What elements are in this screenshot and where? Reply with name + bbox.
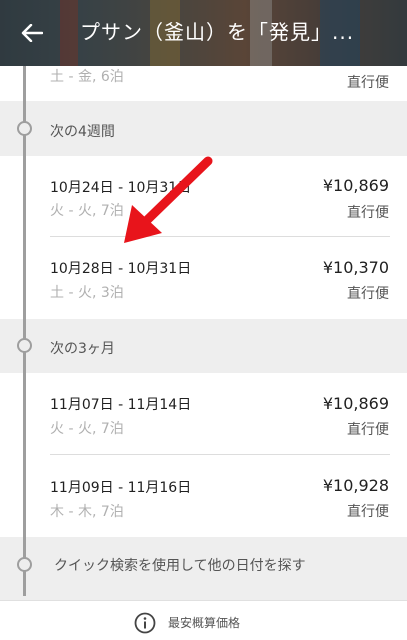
result-row[interactable]: 11月09日 - 11月16日 木 - 木, 7泊 ¥10,928 直行便	[0, 455, 407, 537]
result-flight-type: 直行便	[347, 422, 389, 438]
result-price: ¥10,370	[322, 258, 389, 277]
timeline-dot	[17, 338, 32, 353]
result-nights: 木 - 木, 7泊	[50, 504, 124, 520]
result-dates: 11月07日 - 11月14日	[50, 397, 192, 413]
footer-label: 最安概算価格	[168, 616, 241, 630]
result-price: ¥10,869	[322, 176, 389, 195]
page-title: プサン（釜山）を「発見」...	[80, 20, 355, 44]
section-label-3months: 次の3ヶ月	[50, 341, 115, 357]
result-dates: 11月09日 - 11月16日	[50, 480, 192, 496]
results-card-3months: 11月07日 - 11月14日 火 - 火, 7泊 ¥10,869 直行便 11…	[0, 373, 407, 537]
quick-search-label: クイック検索を使用して他の日付を探す	[54, 558, 306, 574]
timeline-dot	[17, 121, 32, 136]
result-flight-type: 直行便	[347, 504, 389, 520]
arrow-left-icon	[21, 24, 43, 42]
result-row[interactable]: 11月07日 - 11月14日 火 - 火, 7泊 ¥10,869 直行便	[0, 373, 407, 454]
result-price: ¥10,869	[322, 394, 389, 413]
back-button[interactable]	[14, 16, 50, 50]
result-price: ¥10,928	[322, 476, 389, 495]
partial-nights: 土 - 金, 6泊	[50, 69, 124, 85]
info-icon[interactable]	[134, 612, 156, 634]
result-flight-type: 直行便	[347, 286, 389, 302]
timeline-line	[23, 66, 26, 596]
annotation-arrow-icon	[124, 156, 213, 243]
section-label-4weeks: 次の4週間	[50, 124, 115, 140]
result-flight-type: 直行便	[347, 205, 389, 221]
result-nights: 土 - 火, 3泊	[50, 285, 124, 301]
result-dates: 10月28日 - 10月31日	[50, 261, 192, 277]
partial-result-card[interactable]: 土 - 金, 6泊 直行便	[0, 66, 407, 101]
timeline-dot	[17, 557, 32, 572]
partial-flight-type: 直行便	[347, 75, 389, 91]
result-nights: 火 - 火, 7泊	[50, 421, 124, 437]
footer-bar: 最安概算価格	[0, 600, 407, 640]
